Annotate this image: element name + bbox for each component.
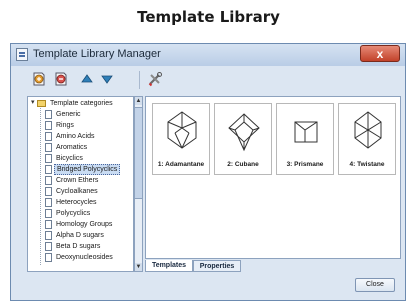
- tree-item-label: Rings: [56, 122, 74, 129]
- tools-icon: [148, 72, 162, 87]
- template-remove-icon: [55, 72, 67, 86]
- move-down-button[interactable]: [97, 69, 117, 89]
- tree-item[interactable]: Bicyclics: [28, 153, 133, 164]
- template-tile-prismane[interactable]: 3: Prismane: [276, 103, 334, 175]
- tree-item[interactable]: Rings: [28, 120, 133, 131]
- scroll-up-arrow-icon[interactable]: ▲: [135, 97, 142, 105]
- document-icon: [45, 209, 52, 218]
- tree-item[interactable]: Amino Acids: [28, 131, 133, 142]
- move-down-icon: [101, 75, 113, 84]
- toolbar-separator: [139, 71, 140, 89]
- document-icon: [45, 121, 52, 130]
- tree-item-label: Homology Groups: [56, 221, 113, 228]
- document-icon: [45, 187, 52, 196]
- move-up-button[interactable]: [77, 69, 97, 89]
- document-icon: [45, 132, 52, 141]
- tree-item-label: Bridged Polycyclics: [54, 164, 121, 175]
- tree-item[interactable]: Beta D sugars: [28, 241, 133, 252]
- template-label: 1: Adamantane: [157, 161, 205, 168]
- tools-button[interactable]: [145, 69, 165, 89]
- tree-item[interactable]: Crown Ethers: [28, 175, 133, 186]
- prismane-structure-icon: [294, 121, 318, 143]
- tree-item-label: Deoxynucleosides: [56, 254, 113, 261]
- tree-item[interactable]: Homology Groups: [28, 219, 133, 230]
- tree-item-label: Crown Ethers: [56, 177, 99, 184]
- tree-item-label: Polycyclics: [56, 210, 91, 217]
- tree-item[interactable]: Generic: [28, 109, 133, 120]
- template-library-window: Template Library Manager x ▾ Template ca…: [10, 43, 406, 301]
- tree-item-label: Aromatics: [56, 144, 88, 151]
- scroll-down-arrow-icon[interactable]: ▼: [135, 263, 142, 271]
- template-label: 2: Cubane: [227, 161, 259, 168]
- tree-root-label: Template categories: [50, 100, 113, 107]
- template-gallery: 1: Adamantane 2: Cubane 3: Prismane 4: T…: [145, 96, 401, 259]
- document-icon: [45, 154, 52, 163]
- window-close-button[interactable]: x: [360, 45, 400, 62]
- scroll-thumb[interactable]: [135, 107, 142, 199]
- remove-template-button[interactable]: [51, 69, 71, 89]
- tree-item-label: Beta D sugars: [56, 243, 101, 250]
- document-icon: [45, 176, 52, 185]
- template-tile-cubane[interactable]: 2: Cubane: [214, 103, 272, 175]
- tree-item-label: Heterocycles: [56, 199, 97, 206]
- twistane-structure-icon: [354, 111, 382, 149]
- close-button[interactable]: Close: [355, 278, 395, 292]
- add-template-button[interactable]: [29, 69, 49, 89]
- tree-item-label: Amino Acids: [56, 133, 95, 140]
- tree-item-label: Cycloalkanes: [56, 188, 98, 195]
- tree-item[interactable]: Polycyclics: [28, 208, 133, 219]
- document-icon: [45, 253, 52, 262]
- document-icon: [45, 231, 52, 240]
- tree-item-label: Bicyclics: [56, 155, 83, 162]
- tree-item-label: Generic: [56, 111, 81, 118]
- title-bar[interactable]: Template Library Manager x: [11, 44, 405, 66]
- document-icon: [45, 143, 52, 152]
- tab-properties[interactable]: Properties: [193, 260, 241, 272]
- template-tile-twistane[interactable]: 4: Twistane: [338, 103, 396, 175]
- document-icon: [45, 198, 52, 207]
- tree-item[interactable]: Deoxynucleosides: [28, 252, 133, 263]
- cubane-structure-icon: [228, 113, 260, 152]
- tree-item-label: Alpha D sugars: [56, 232, 104, 239]
- document-icon: [45, 220, 52, 229]
- tree-root[interactable]: ▾ Template categories: [28, 98, 133, 109]
- document-icon: [45, 242, 52, 251]
- tree-item[interactable]: Cycloalkanes: [28, 186, 133, 197]
- document-icon: [45, 165, 52, 174]
- move-up-icon: [81, 74, 93, 83]
- tree-scrollbar[interactable]: ▲ ▼: [134, 96, 143, 272]
- tree-item[interactable]: Alpha D sugars: [28, 230, 133, 241]
- adamantane-structure-icon: [167, 111, 197, 149]
- template-add-icon: [33, 72, 45, 86]
- tree-item[interactable]: Heterocycles: [28, 197, 133, 208]
- tree-item[interactable]: Aromatics: [28, 142, 133, 153]
- app-icon: [16, 48, 28, 61]
- template-label: 3: Prismane: [286, 161, 324, 168]
- document-icon: [45, 110, 52, 119]
- page-caption: Template Library: [137, 8, 280, 26]
- folder-icon: [37, 100, 46, 107]
- toolbar: [15, 68, 401, 92]
- window-title: Template Library Manager: [33, 48, 161, 60]
- template-tile-adamantane[interactable]: 1: Adamantane: [152, 103, 210, 175]
- template-label: 4: Twistane: [349, 161, 385, 168]
- tab-templates[interactable]: Templates: [145, 260, 193, 272]
- template-category-tree[interactable]: ▾ Template categories Generic Rings Amino …: [27, 96, 134, 272]
- tree-item[interactable]: Bridged Polycyclics: [28, 164, 133, 175]
